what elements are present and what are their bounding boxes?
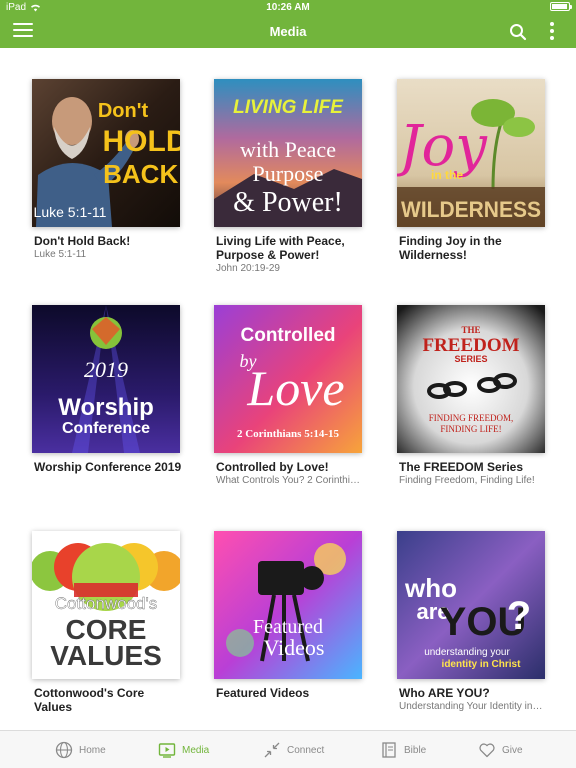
art-line2: in the xyxy=(431,168,463,182)
status-time: 10:26 AM xyxy=(266,2,310,13)
media-subtitle: Understanding Your Identity in Christ xyxy=(399,701,543,712)
art-line3: BACK! xyxy=(103,159,180,189)
media-card[interactable]: Joy in the WILDERNESS Finding Joy in the… xyxy=(397,79,547,263)
art-line3: Love xyxy=(246,360,344,416)
media-subtitle: Luke 5:1-11 xyxy=(34,249,87,260)
tab-label: Give xyxy=(502,744,523,756)
media-grid: Don't HOLD BACK! Luke 5:1-11 Don't Hold … xyxy=(0,48,576,730)
media-title: Featured Videos xyxy=(216,686,310,700)
media-thumbnail: Don't HOLD BACK! Luke 5:1-11 xyxy=(32,79,180,227)
sermon-artwork: Don't HOLD BACK! Luke 5:1-11 xyxy=(32,79,180,227)
tab-bible[interactable]: Bible xyxy=(380,731,426,768)
media-card[interactable]: Controlled by Love 2 Corinthians 5:14-15… xyxy=(214,305,364,487)
art-line5: FINDING LIFE! xyxy=(440,424,501,434)
globe-icon xyxy=(55,741,73,759)
tab-label: Connect xyxy=(287,744,325,756)
media-title: Who ARE YOU? xyxy=(399,686,490,700)
media-card[interactable]: Featured Videos Featured Videos xyxy=(214,531,364,701)
heart-icon xyxy=(479,743,495,758)
book-icon xyxy=(382,742,396,758)
media-title: Finding Joy in the Wilderness! xyxy=(399,234,502,262)
tab-label: Home xyxy=(79,744,106,756)
app-header: Media xyxy=(0,15,576,48)
sermon-artwork: who are YOU ? understanding your identit… xyxy=(397,531,545,679)
media-title: Controlled by Love! xyxy=(216,460,329,474)
art-line4: & Power! xyxy=(233,187,343,218)
connect-arrows-icon xyxy=(264,742,280,758)
sermon-artwork: 2019 Worship Conference xyxy=(32,305,180,453)
art-line1: LIVING LIFE xyxy=(233,97,344,118)
tab-connect[interactable]: Connect xyxy=(263,731,324,768)
sermon-artwork: Featured Videos xyxy=(214,531,362,679)
media-thumbnail: LIVING LIFE with Peace Purpose & Power! xyxy=(214,79,362,227)
art-line1: 2019 xyxy=(84,357,128,382)
art-line1: Don't xyxy=(98,100,149,122)
media-card[interactable]: 2019 Worship Conference Worship Conferen… xyxy=(32,305,182,475)
tab-media[interactable]: Media xyxy=(158,731,209,768)
media-thumbnail: Cottonwood's CORE VALUES xyxy=(32,531,180,679)
media-subtitle: John 20:19-29 xyxy=(216,263,280,274)
battery-icon xyxy=(550,2,572,11)
media-card[interactable]: who are YOU ? understanding your identit… xyxy=(397,531,547,713)
bottom-tab-bar: Home Media Connect Bible Give xyxy=(0,730,576,768)
status-bar: iPad 10:26 AM xyxy=(0,0,576,15)
sermon-artwork: THE FREEDOM SERIES FINDING FREEDOM, FIND… xyxy=(397,305,545,453)
media-title: Don't Hold Back! xyxy=(34,234,131,248)
art-line5: understanding your xyxy=(424,647,510,658)
art-line1: THE xyxy=(461,325,480,335)
media-card[interactable]: Cottonwood's CORE VALUES Cottonwood's Co… xyxy=(32,531,182,715)
media-thumbnail: 2019 Worship Conference xyxy=(32,305,180,453)
media-subtitle: What Controls You? 2 Corinthians 5:14-15 xyxy=(216,475,360,486)
sermon-artwork: LIVING LIFE with Peace Purpose & Power! xyxy=(214,79,362,227)
status-right xyxy=(550,2,572,11)
art-line1: Controlled xyxy=(241,325,336,346)
page-title: Media xyxy=(269,24,307,39)
media-title: Living Life with Peace, Purpose & Power! xyxy=(216,234,345,262)
art-line1: Cottonwood's xyxy=(55,594,157,613)
tab-home[interactable]: Home xyxy=(55,731,106,768)
play-screen-icon xyxy=(158,743,176,758)
media-card[interactable]: Don't HOLD BACK! Luke 5:1-11 Don't Hold … xyxy=(32,79,182,261)
media-thumbnail: who are YOU ? understanding your identit… xyxy=(397,531,545,679)
art-ref: 2 Corinthians 5:14-15 xyxy=(237,428,340,440)
art-line3: VALUES xyxy=(50,640,162,671)
sermon-artwork: Joy in the WILDERNESS xyxy=(397,79,545,227)
media-card[interactable]: LIVING LIFE with Peace Purpose & Power! … xyxy=(214,79,364,275)
art-line2: with Peace xyxy=(240,137,336,162)
media-thumbnail: Controlled by Love 2 Corinthians 5:14-15 xyxy=(214,305,362,453)
tab-label: Media xyxy=(182,744,210,756)
art-line2: Videos xyxy=(263,635,324,660)
art-line4: FINDING FREEDOM, xyxy=(429,413,514,423)
media-thumbnail: Featured Videos xyxy=(214,531,362,679)
tab-label: Bible xyxy=(404,744,427,756)
media-card[interactable]: THE FREEDOM SERIES FINDING FREEDOM, FIND… xyxy=(397,305,547,487)
art-line2: Worship xyxy=(58,394,154,421)
search-icon[interactable] xyxy=(508,22,528,42)
art-line3: WILDERNESS xyxy=(401,197,541,222)
art-line6: identity in Christ xyxy=(442,659,522,670)
tab-give[interactable]: Give xyxy=(478,731,523,768)
sermon-artwork: Controlled by Love 2 Corinthians 5:14-15 xyxy=(214,305,362,453)
art-line4: ? xyxy=(507,594,531,638)
media-thumbnail: Joy in the WILDERNESS xyxy=(397,79,545,227)
art-line2: HOLD xyxy=(103,125,181,158)
media-title: Worship Conference 2019 xyxy=(34,460,182,474)
sermon-artwork: Cottonwood's CORE VALUES xyxy=(32,531,180,679)
art-line2: FREEDOM xyxy=(422,335,519,356)
art-line3: Purpose xyxy=(253,161,324,186)
media-thumbnail: THE FREEDOM SERIES FINDING FREEDOM, FIND… xyxy=(397,305,545,453)
media-subtitle: Finding Freedom, Finding Life! xyxy=(399,475,535,486)
media-title: Cottonwood's Core Values xyxy=(34,686,145,714)
art-ref: Luke 5:1-11 xyxy=(34,204,107,220)
more-vertical-icon[interactable] xyxy=(544,22,560,42)
art-line3: SERIES xyxy=(454,354,487,364)
media-title: The FREEDOM Series xyxy=(399,460,524,474)
art-line3: Conference xyxy=(62,420,150,437)
